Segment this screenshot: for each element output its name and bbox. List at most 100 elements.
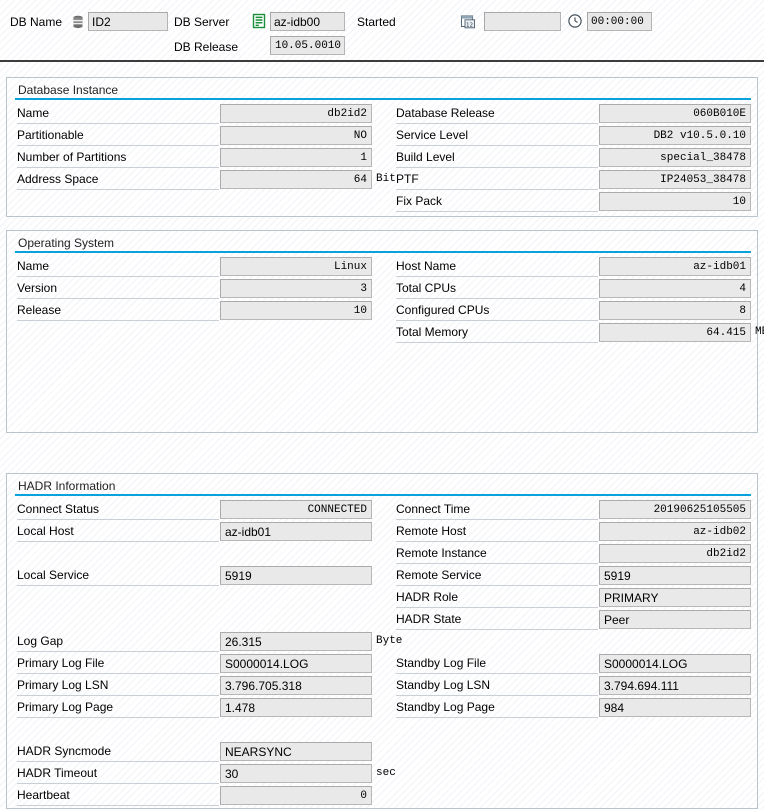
panel-title: Database Instance xyxy=(18,83,119,97)
db-server-label: DB Server xyxy=(174,15,230,29)
field-label-rule xyxy=(17,320,219,321)
field-value-input[interactable] xyxy=(599,654,751,673)
field-label: Remote Service xyxy=(396,568,482,582)
field-value-input[interactable] xyxy=(220,566,372,585)
field-label: HADR Timeout xyxy=(17,766,98,780)
panel-operating-system: Operating System Name Version Release Host N… xyxy=(6,230,764,433)
database-icon xyxy=(70,14,86,30)
field-label-rule xyxy=(396,167,598,168)
field-unit-label: Byte xyxy=(376,635,403,647)
field-label-rule xyxy=(396,607,598,608)
field-value-input[interactable] xyxy=(599,148,751,167)
field-value-input[interactable] xyxy=(599,522,751,541)
field-label: Log Gap xyxy=(17,634,64,648)
field-value-input[interactable] xyxy=(220,301,372,320)
field-label: Name xyxy=(17,259,50,273)
db-name-input[interactable] xyxy=(88,12,168,31)
panel-title-underline xyxy=(15,494,751,496)
db-monitor-screen: DB Name DB Server DB Release Sta xyxy=(0,0,764,809)
field-label: Database Release xyxy=(396,106,495,120)
db-server-input[interactable] xyxy=(270,12,345,31)
panel-title-underline xyxy=(15,98,751,100)
field-label-rule xyxy=(396,298,598,299)
field-label: Version xyxy=(17,281,58,295)
field-label-rule xyxy=(17,651,219,652)
field-value-input[interactable] xyxy=(599,323,751,342)
field-value-input[interactable] xyxy=(220,257,372,276)
field-value-input[interactable] xyxy=(220,698,372,717)
field-value-input[interactable] xyxy=(599,104,751,123)
svg-text:12: 12 xyxy=(466,23,473,29)
db-release-input[interactable] xyxy=(270,36,345,55)
field-label: Partitionable xyxy=(17,128,84,142)
field-value-input[interactable] xyxy=(599,170,751,189)
field-label: Address Space xyxy=(17,172,99,186)
started-date-input[interactable] xyxy=(484,12,561,31)
db-name-label: DB Name xyxy=(10,15,63,29)
header-divider xyxy=(0,60,764,62)
panel-database-instance: Database Instance Name Partitionable Number… xyxy=(6,77,758,217)
field-label-rule xyxy=(17,805,219,806)
field-label-rule xyxy=(396,519,598,520)
field-value-input[interactable] xyxy=(220,148,372,167)
field-value-input[interactable] xyxy=(599,192,751,211)
field-label-rule xyxy=(17,673,219,674)
field-label-rule xyxy=(17,783,219,784)
field-label-rule xyxy=(17,298,219,299)
field-label-rule xyxy=(17,541,219,542)
field-value-input[interactable] xyxy=(599,544,751,563)
field-label-rule xyxy=(17,761,219,762)
field-label: Primary Log File xyxy=(17,656,105,670)
field-label: Name xyxy=(17,106,50,120)
field-label-rule xyxy=(17,276,219,277)
field-value-input[interactable] xyxy=(599,588,751,607)
field-unit-label: MB xyxy=(755,326,764,338)
field-label-rule xyxy=(396,541,598,542)
started-time-input[interactable] xyxy=(587,12,652,31)
header-bar: DB Name DB Server DB Release Sta xyxy=(0,0,764,62)
field-value-input[interactable] xyxy=(599,676,751,695)
field-value-input[interactable] xyxy=(220,654,372,673)
field-value-input[interactable] xyxy=(220,764,372,783)
field-value-input[interactable] xyxy=(220,500,372,519)
field-label-rule xyxy=(396,123,598,124)
calendar-icon[interactable]: 12 xyxy=(460,13,476,29)
field-value-input[interactable] xyxy=(220,522,372,541)
field-value-input[interactable] xyxy=(220,279,372,298)
panel-hadr-information: HADR Information Connect Status Local Host… xyxy=(6,473,758,809)
panel-title: HADR Information xyxy=(18,479,116,493)
field-label-rule xyxy=(17,717,219,718)
field-label-rule xyxy=(396,189,598,190)
field-label-rule xyxy=(17,695,219,696)
field-label-rule xyxy=(396,563,598,564)
field-value-input[interactable] xyxy=(220,104,372,123)
field-value-input[interactable] xyxy=(599,500,751,519)
field-value-input[interactable] xyxy=(599,279,751,298)
field-value-input[interactable] xyxy=(599,698,751,717)
field-value-input[interactable] xyxy=(220,126,372,145)
field-value-input[interactable] xyxy=(220,632,372,651)
field-value-input[interactable] xyxy=(599,301,751,320)
field-label: HADR Syncmode xyxy=(17,744,112,758)
field-label-rule xyxy=(396,673,598,674)
field-label: Host Name xyxy=(396,259,457,273)
field-value-input[interactable] xyxy=(220,170,372,189)
field-label: PTF xyxy=(396,172,419,186)
field-label: Local Host xyxy=(17,524,74,538)
field-value-input[interactable] xyxy=(599,610,751,629)
field-value-input[interactable] xyxy=(220,742,372,761)
field-label: Standby Log File xyxy=(396,656,487,670)
clock-icon[interactable] xyxy=(567,13,583,29)
panel-title: Operating System xyxy=(18,236,115,250)
field-label-rule xyxy=(396,145,598,146)
field-label: Fix Pack xyxy=(396,194,443,208)
started-label: Started xyxy=(357,15,396,29)
field-value-input[interactable] xyxy=(599,126,751,145)
field-value-input[interactable] xyxy=(220,786,372,805)
field-value-input[interactable] xyxy=(599,257,751,276)
field-label: Connect Status xyxy=(17,502,100,516)
field-label-rule xyxy=(396,717,598,718)
field-value-input[interactable] xyxy=(599,566,751,585)
field-label: Heartbeat xyxy=(17,788,70,802)
field-value-input[interactable] xyxy=(220,676,372,695)
